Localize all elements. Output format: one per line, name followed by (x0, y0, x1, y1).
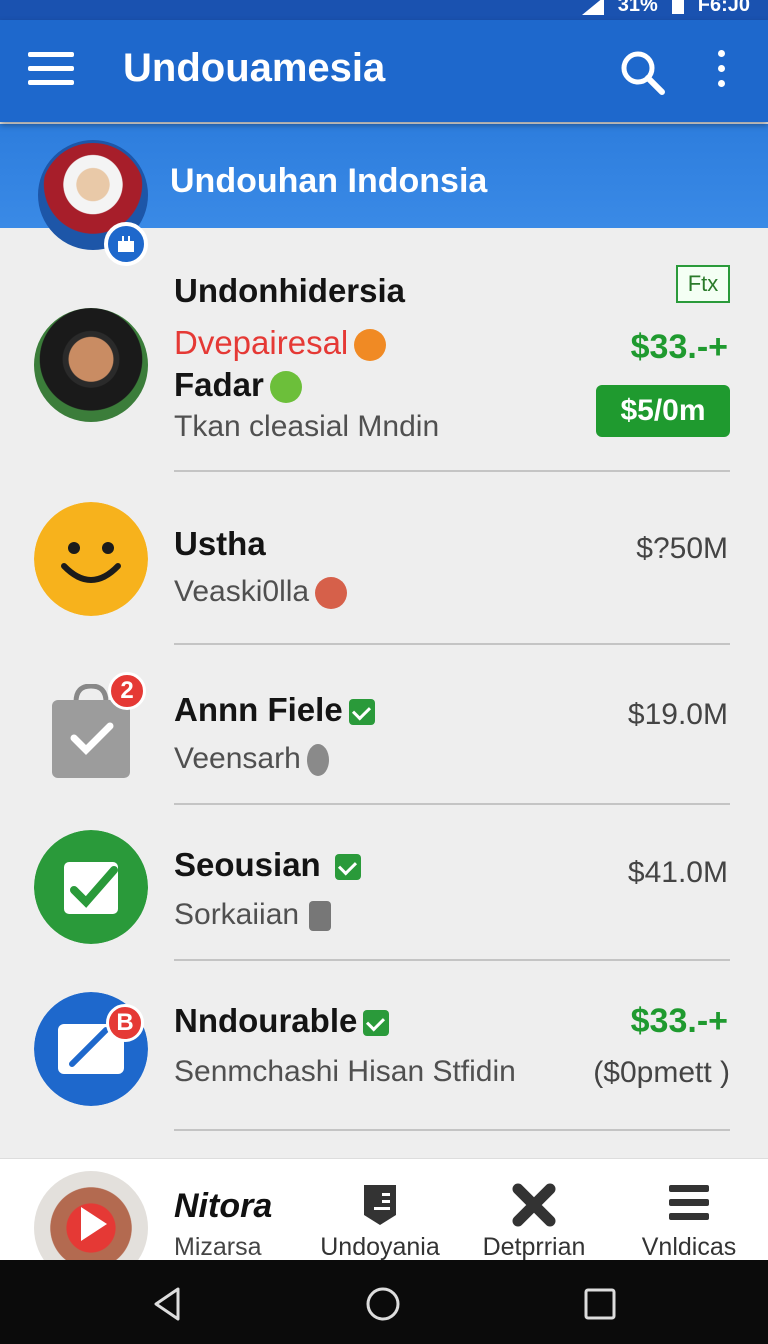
back-icon[interactable] (150, 1286, 186, 1322)
secondary-amount: ($0pmett ) (593, 1056, 730, 1089)
nav-item-undoyania[interactable]: Undoyania (305, 1159, 455, 1260)
contact-name: Nndourable (174, 1002, 390, 1040)
divider (174, 1129, 730, 1131)
contact-name: Annn Fiele (174, 691, 375, 729)
menu-icon (669, 1185, 709, 1220)
figure-emoji-icon (306, 744, 329, 777)
now-playing-title: Nitora (174, 1187, 273, 1225)
search-icon[interactable] (618, 48, 666, 96)
dot (717, 80, 725, 87)
shop-badge-icon (104, 222, 148, 266)
fx-chip[interactable]: Ftx (676, 265, 730, 303)
amount: $33.-+ (630, 1002, 728, 1040)
amount: $41.0M (627, 856, 728, 889)
divider (174, 643, 730, 645)
nav-item-vnldicas[interactable]: Vnldicas (614, 1159, 764, 1260)
contact-name: Undonhidersia (174, 272, 406, 309)
description: Veaski0lla (174, 575, 348, 610)
amount: $33.-+ (630, 328, 728, 366)
notification-badge: 2 (108, 672, 146, 710)
avatar (34, 308, 148, 422)
app-bar: Undouamesia (0, 20, 768, 122)
amount: $?50M (636, 532, 728, 565)
home-icon[interactable] (365, 1286, 401, 1322)
signal-icon (581, 0, 604, 15)
name-label: Seousian (174, 846, 321, 883)
battery-icon (671, 0, 684, 14)
edit-check-icon (34, 830, 148, 944)
description-label: Sorkaiian (174, 898, 300, 931)
close-x-icon (512, 1183, 556, 1227)
now-playing-avatar[interactable] (34, 1171, 148, 1260)
contact-name: Ustha (174, 525, 266, 562)
secondary-name: Fadar (174, 366, 302, 404)
nav-label: Undoyania (320, 1233, 440, 1260)
description-label: Veaski0lla (174, 575, 310, 608)
more-options-icon[interactable] (706, 50, 736, 94)
status-bar: 31% F6:J0 (0, 0, 768, 20)
fruit-emoji-icon (354, 329, 387, 362)
menu-button[interactable] (28, 52, 74, 88)
document-icon (309, 901, 332, 932)
description: Senmchashi Hisan Stfidin (174, 1055, 516, 1088)
battery-percent: 31% (617, 0, 658, 16)
divider (174, 470, 730, 472)
highlight-label: Dvepairesal (174, 324, 349, 361)
nav-label: Vnldicas (641, 1233, 737, 1260)
name-label: Annn Fiele (174, 691, 343, 728)
divider (174, 803, 730, 805)
menu-icon-line (28, 66, 74, 71)
recents-icon[interactable] (582, 1286, 618, 1322)
menu-icon-line (28, 80, 74, 85)
contact-name: Seousian (174, 846, 361, 884)
amount: $19.0M (627, 698, 728, 731)
secondary-label: Fadar (174, 366, 264, 403)
highlight-text: Dvepairesal (174, 324, 387, 362)
description: Sorkaiian (174, 898, 332, 932)
nav-item-detprrian[interactable]: Detprrian (459, 1159, 609, 1260)
system-navigation-bar (0, 1260, 768, 1344)
verified-check-icon (334, 854, 361, 881)
plant-emoji-icon (269, 371, 302, 404)
app-title: Undouamesia (123, 46, 386, 90)
divider (174, 959, 730, 961)
character-emoji-icon (315, 577, 348, 610)
bottom-navigation: Nitora Mizarsa Undoyania Detprrian Vnldi… (0, 1158, 768, 1260)
now-playing-subtitle: Mizarsa (174, 1233, 262, 1260)
smiley-icon (34, 502, 148, 616)
menu-icon (28, 52, 74, 57)
description: Veensarh (174, 742, 329, 777)
profile-title: Undouhan Indonsia (170, 162, 488, 200)
dot (717, 50, 725, 57)
description: Tkan cleasial Mndin (174, 410, 440, 443)
verified-check-icon (348, 699, 375, 726)
play-icon (81, 1207, 107, 1241)
amount-pill[interactable]: $5/0m (596, 385, 730, 437)
tag-icon (364, 1185, 396, 1225)
description-label: Veensarh (174, 742, 301, 775)
verified-check-icon (363, 1010, 390, 1037)
clock: F6:J0 (697, 0, 750, 16)
dot (717, 65, 725, 72)
nav-label: Detprrian (482, 1233, 586, 1260)
notification-badge: B (106, 1004, 144, 1042)
name-label: Nndourable (174, 1002, 358, 1039)
